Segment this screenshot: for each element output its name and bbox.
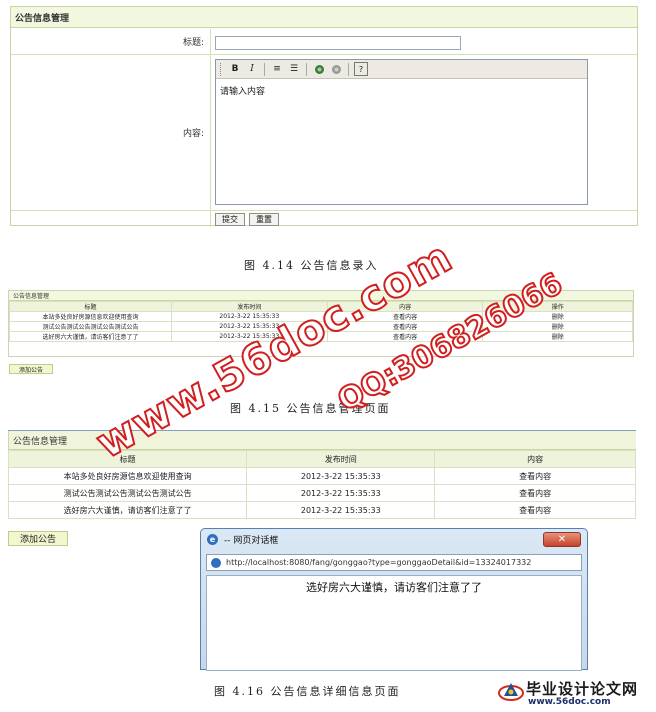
dialog-url: http://localhost:8080/fang/gonggao?type=… bbox=[226, 558, 532, 567]
toolbar-grip bbox=[220, 62, 223, 76]
notice-table: 标题 发布时间 内容 本站多处良好房源信息欢迎使用查询 2012-3-22 15… bbox=[7, 450, 636, 519]
dialog-titlebar[interactable]: e -- 网页对话框 bbox=[201, 529, 587, 549]
browser-icon: e bbox=[207, 533, 218, 545]
address-bar[interactable]: http://localhost:8080/fang/gonggao?type=… bbox=[206, 554, 582, 571]
bold-button[interactable]: B bbox=[228, 62, 242, 76]
page-icon bbox=[211, 557, 221, 568]
rich-text-editor[interactable]: B I ≡ ☰ ? 请输入内容 bbox=[215, 59, 588, 205]
toolbar-separator bbox=[306, 62, 307, 76]
submit-button[interactable]: 提交 bbox=[215, 213, 245, 226]
unlink-icon[interactable] bbox=[329, 62, 343, 76]
editor-content[interactable]: 请输入内容 bbox=[216, 79, 587, 102]
view-content-link[interactable]: 查看内容 bbox=[434, 501, 636, 519]
notice-entry-form: 公告信息管理 标题: 内容: B I ≡ ☰ ? 请输入内容 提交 重置 bbox=[10, 6, 638, 227]
content-row: 内容: B I ≡ ☰ ? 请输入内容 bbox=[11, 55, 637, 211]
figure-caption-4-16: 图 4.16 公告信息详细信息页面 bbox=[214, 685, 401, 698]
delete-link[interactable]: 删除 bbox=[482, 331, 633, 342]
notice-title: 本站多处良好房源信息欢迎使用查询 bbox=[9, 311, 172, 322]
add-notice-button[interactable]: 添加公告 bbox=[9, 364, 53, 374]
close-icon: ✕ bbox=[557, 534, 567, 545]
column-header: 发布时间 bbox=[246, 450, 436, 468]
dialog-title: -- 网页对话框 bbox=[224, 535, 279, 546]
notice-title: 测试公告测试公告测试公告测试公告 bbox=[9, 321, 172, 332]
reset-button[interactable]: 重置 bbox=[249, 213, 279, 226]
notice-title: 本站多处良好房源信息欢迎使用查询 bbox=[7, 467, 248, 485]
publish-time: 2012-3-22 15:35:33 bbox=[246, 467, 436, 485]
notice-detail-text: 选好房六大谨慎，请访客们注意了了 bbox=[306, 581, 482, 594]
publish-time: 2012-3-22 15:35:33 bbox=[246, 501, 436, 519]
add-notice-button[interactable]: 添加公告 bbox=[8, 531, 68, 546]
form-header: 公告信息管理 bbox=[11, 7, 637, 28]
column-header: 标题 bbox=[9, 301, 172, 312]
publish-time: 2012-3-22 15:35:33 bbox=[246, 484, 436, 502]
buttons-row: 提交 重置 bbox=[11, 211, 637, 227]
column-header: 内容 bbox=[434, 450, 636, 468]
dialog-content: 选好房六大谨慎，请访客们注意了了 bbox=[206, 575, 582, 671]
view-content-link[interactable]: 查看内容 bbox=[434, 484, 636, 502]
site-logo: 毕业设计论文网 www.56doc.com bbox=[498, 678, 648, 708]
title-input[interactable] bbox=[215, 36, 461, 50]
close-button[interactable]: ✕ bbox=[543, 532, 581, 547]
table-row: 选好房六大谨慎，请访客们注意了了 2012-3-22 15:35:33 查看内容 bbox=[7, 501, 636, 519]
title-label: 标题: bbox=[11, 29, 211, 54]
table-row: 测试公告测试公告测试公告测试公告 2012-3-22 15:35:33 查看内容 bbox=[7, 484, 636, 502]
figure-caption-4-14: 图 4.14 公告信息录入 bbox=[244, 259, 379, 272]
logo-text: 毕业设计论文网 bbox=[526, 680, 639, 698]
logo-mark-icon bbox=[498, 683, 524, 701]
view-content-link[interactable]: 查看内容 bbox=[434, 467, 636, 485]
title-row: 标题: bbox=[11, 29, 637, 55]
notice-title: 测试公告测试公告测试公告测试公告 bbox=[7, 484, 248, 502]
link-icon[interactable] bbox=[312, 62, 326, 76]
unordered-list-button[interactable]: ☰ bbox=[287, 62, 301, 76]
table-row: 本站多处良好房源信息欢迎使用查询 2012-3-22 15:35:33 查看内容 bbox=[7, 467, 636, 485]
ordered-list-button[interactable]: ≡ bbox=[270, 62, 284, 76]
notice-title: 选好房六大谨慎，请访客们注意了了 bbox=[9, 331, 172, 342]
web-dialog-window: e -- 网页对话框 ✕ http://localhost:8080/fang/… bbox=[200, 528, 588, 671]
content-label: 内容: bbox=[11, 55, 211, 210]
italic-button[interactable]: I bbox=[245, 62, 259, 76]
toolbar-separator bbox=[348, 62, 349, 76]
toolbar-separator bbox=[264, 62, 265, 76]
logo-url: www.56doc.com bbox=[528, 697, 611, 707]
notice-title: 选好房六大谨慎，请访客们注意了了 bbox=[7, 501, 248, 519]
help-button[interactable]: ? bbox=[354, 62, 368, 76]
editor-toolbar: B I ≡ ☰ ? bbox=[216, 60, 587, 79]
